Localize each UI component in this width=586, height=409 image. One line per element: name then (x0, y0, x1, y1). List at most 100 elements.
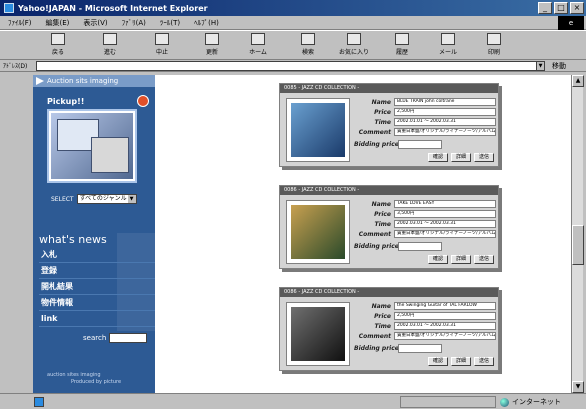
item-thumbnail[interactable] (286, 302, 350, 366)
menu-bar: ﾌｧｲﾙ(F) 編集(E) 表示(V) ﾌｧﾞﾘ(A) ﾂｰﾙ(T) ﾍﾙﾌﾟ(… (0, 16, 586, 30)
vertical-scrollbar[interactable]: ▲ ▼ (571, 75, 584, 393)
details-button[interactable]: 詳細 (451, 153, 471, 162)
name-label: Name (371, 98, 391, 106)
details-button[interactable]: 詳細 (451, 255, 471, 264)
address-input[interactable] (36, 61, 544, 71)
history-button[interactable]: 履歴 (384, 33, 420, 59)
maximize-button[interactable]: □ (554, 2, 568, 14)
menu-tools[interactable]: ﾂｰﾙ(T) (160, 18, 180, 28)
window-title: Yahoo!JAPAN - Microsoft Internet Explore… (18, 3, 208, 13)
confirm-button[interactable]: 確認 (428, 357, 448, 366)
pickup-title: Pickup!! (47, 97, 85, 106)
item-time: 2002.03.01 ～ 2002.03.31 (394, 220, 496, 228)
favorites-icon (347, 33, 361, 45)
site-nav-panel: Auction sits imaging Pickup!! SELECT すべて… (33, 75, 155, 393)
nav-item-property-info[interactable]: 物件情報 (39, 295, 155, 311)
album-cover-image (291, 205, 345, 259)
home-button[interactable]: ホーム (240, 33, 276, 59)
nav-footer: auction sites imaging Produced by pictur… (47, 372, 122, 385)
item-title-bar: 0085 - JAZZ CD COLLECTION - (280, 84, 498, 93)
send-button[interactable]: 送信 (474, 153, 494, 162)
back-button[interactable]: 戻る (40, 33, 76, 59)
time-label: Time (374, 118, 391, 126)
mail-button[interactable]: メール (430, 33, 466, 59)
forward-button[interactable]: 進む (92, 33, 128, 59)
minimize-button[interactable]: _ (538, 2, 552, 14)
pickup-image[interactable] (47, 109, 137, 183)
bidding-price-input[interactable] (398, 140, 442, 149)
mail-icon (441, 33, 455, 45)
nav-item-link[interactable]: link (39, 311, 155, 327)
price-label: Price (374, 108, 391, 116)
comment-label: Comment (358, 332, 391, 340)
comment-label: Comment (358, 128, 391, 136)
confirm-button[interactable]: 確認 (428, 153, 448, 162)
item-name: the Swinging Guitar of TAL FARLOW (394, 302, 496, 310)
globe-icon (500, 397, 509, 407)
auction-item-card: 0085 - JAZZ CD COLLECTION - Name BLUE TRA… (279, 83, 499, 167)
item-comment: 貴重日本盤/オリジナル/ライナーノーツ/アルバム (394, 332, 496, 340)
details-button[interactable]: 詳細 (451, 357, 471, 366)
price-label: Price (374, 210, 391, 218)
ie-throbber-icon: e (558, 16, 584, 30)
toolbar: 戻る 進む 中止 更新 ホーム 検索 お気に入り 履歴 メール 印刷 (0, 30, 586, 60)
bidding-price-input[interactable] (398, 344, 442, 353)
menu-file[interactable]: ﾌｧｲﾙ(F) (8, 18, 32, 28)
stop-icon (155, 33, 169, 45)
auction-item-card: 0086 - JAZZ CD COLLECTION - Name TAKE LOV… (279, 185, 499, 269)
item-price: 2,500円 (394, 312, 496, 320)
search-button[interactable]: 検索 (290, 33, 326, 59)
scroll-up-icon[interactable]: ▲ (572, 75, 584, 87)
confirm-button[interactable]: 確認 (428, 255, 448, 264)
window-titlebar: Yahoo!JAPAN - Microsoft Internet Explore… (0, 0, 586, 16)
menu-favorites[interactable]: ﾌｧﾞﾘ(A) (122, 18, 146, 28)
menu-help[interactable]: ﾍﾙﾌﾟ(H) (194, 18, 219, 28)
price-label: Price (374, 312, 391, 320)
bidding-price-input[interactable] (398, 242, 442, 251)
page-status-icon (34, 396, 44, 407)
scroll-down-icon[interactable]: ▼ (572, 381, 584, 393)
nav-item-register[interactable]: 登録 (39, 263, 155, 279)
item-time: 2002.03.01 ～ 2002.03.31 (394, 322, 496, 330)
select-label: SELECT (51, 195, 74, 203)
album-cover-image (291, 103, 345, 157)
menu-edit[interactable]: 編集(E) (46, 18, 70, 28)
nav-item-bid[interactable]: 入札 (39, 247, 155, 263)
address-dropdown-icon[interactable]: ▼ (536, 61, 545, 71)
nav-list: 入札 登録 開札結果 物件情報 link (39, 247, 155, 327)
item-time: 2002.01.01 ～ 2002.03.31 (394, 118, 496, 126)
address-label: ｱﾄﾞﾚｽ(D) (3, 63, 28, 70)
menu-view[interactable]: 表示(V) (83, 18, 107, 28)
go-button[interactable]: 移動 (552, 61, 566, 71)
item-thumbnail[interactable] (286, 200, 350, 264)
ie-app-icon (4, 3, 14, 13)
search-icon (301, 33, 315, 45)
album-cover-image (291, 307, 345, 361)
forward-arrow-icon (103, 33, 117, 45)
search-input[interactable] (109, 333, 148, 343)
time-label: Time (374, 322, 391, 330)
stop-button[interactable]: 中止 (144, 33, 180, 59)
auction-item-card: 0086 - JAZZ CD COLLECTION - Name the Swin… (279, 287, 499, 371)
bidding-price-label: Bidding price (354, 141, 399, 148)
status-cells (400, 396, 496, 408)
genre-select[interactable]: すべてのジャンル (76, 194, 137, 204)
page-viewport: Auction sits imaging Pickup!! SELECT すべて… (33, 75, 571, 393)
print-button[interactable]: 印刷 (476, 33, 512, 59)
nav-search-row: search (83, 333, 148, 343)
search-label: search (83, 334, 107, 342)
send-button[interactable]: 送信 (474, 357, 494, 366)
item-price: 2,500円 (394, 108, 496, 116)
refresh-button[interactable]: 更新 (194, 33, 230, 59)
pickup-dot-icon (137, 95, 149, 107)
item-thumbnail[interactable] (286, 98, 350, 162)
whats-news-link[interactable]: what's news (39, 233, 107, 246)
zone-label: インターネット (512, 398, 561, 406)
favorites-button[interactable]: お気に入り (336, 33, 372, 59)
genre-select-row: SELECT すべてのジャンル (51, 194, 137, 204)
send-button[interactable]: 送信 (474, 255, 494, 264)
close-button[interactable]: × (570, 2, 584, 14)
scroll-thumb[interactable] (572, 225, 584, 265)
refresh-icon (205, 33, 219, 45)
nav-item-results[interactable]: 開札結果 (39, 279, 155, 295)
